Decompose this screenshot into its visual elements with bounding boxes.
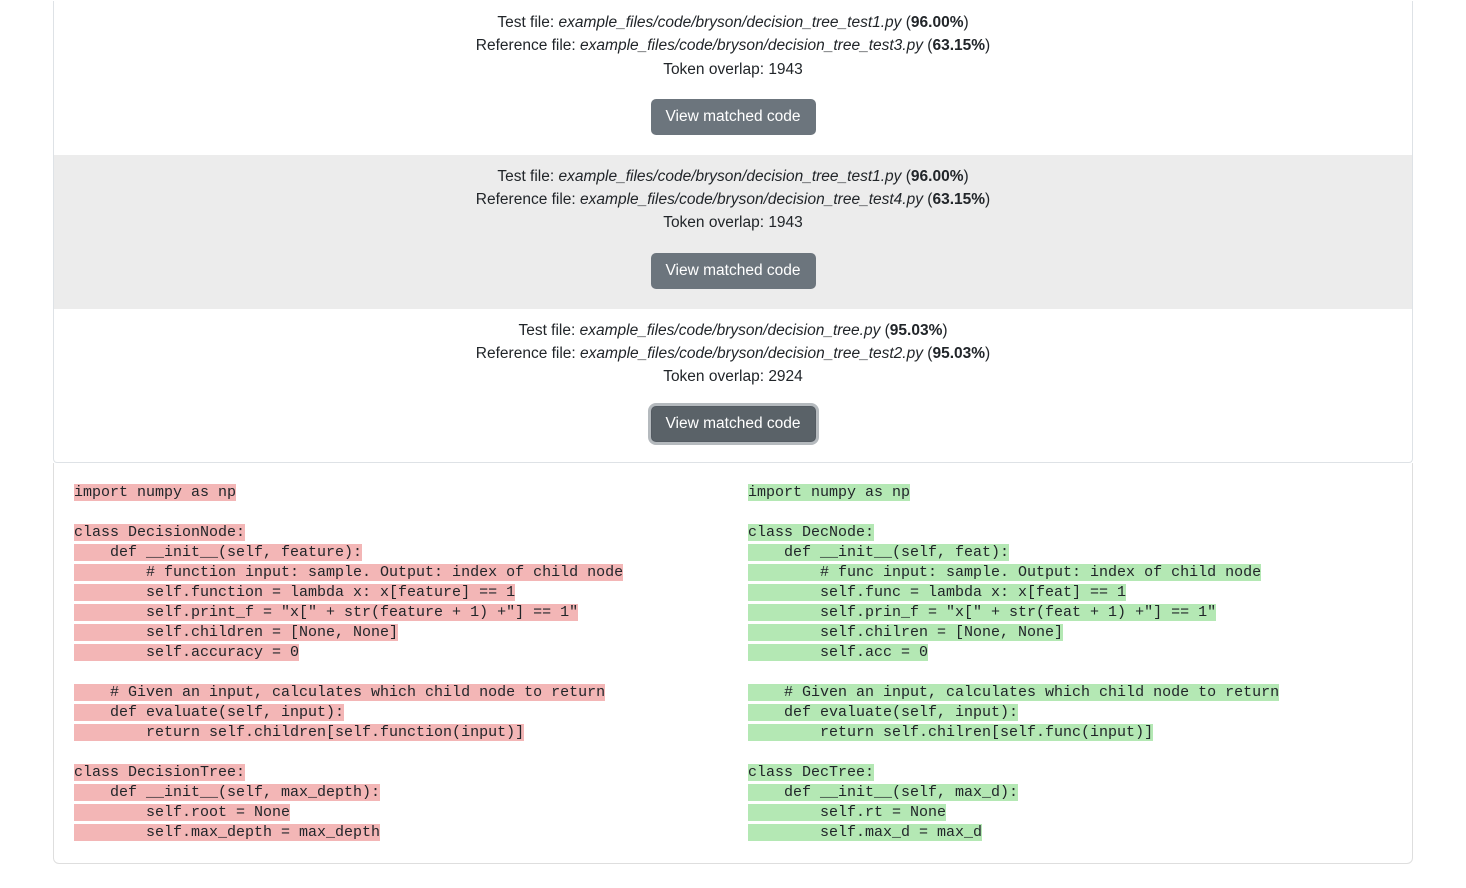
test-file-percent: 95.03% (890, 322, 943, 339)
reference-file-path: example_files/code/bryson/decision_tree_… (580, 345, 923, 362)
reference-file-line: Reference file: example_files/code/bryso… (62, 34, 1404, 57)
test-file-percent: 96.00% (911, 168, 964, 185)
token-overlap-value: 1943 (768, 61, 802, 78)
token-overlap-value: 2924 (768, 368, 802, 385)
code-line: self.function = lambda x: x[feature] == … (74, 584, 515, 601)
matches-panel: Test file: example_files/code/bryson/dec… (53, 1, 1413, 463)
reference-file-percent: 63.15% (932, 191, 985, 208)
token-overlap-line: Token overlap: 1943 (62, 58, 1404, 81)
code-line: class DecisionNode: (74, 524, 245, 541)
code-compare-panel: import numpy as np class DecisionNode: d… (53, 463, 1413, 864)
code-line: def evaluate(self, input): (748, 704, 1018, 721)
test-file-line: Test file: example_files/code/bryson/dec… (62, 165, 1404, 188)
reference-file-percent: 63.15% (932, 37, 985, 54)
reference-file-line: Reference file: example_files/code/bryso… (62, 342, 1404, 365)
view-matched-code-button[interactable]: View matched code (651, 99, 816, 135)
token-overlap-label: Token overlap: (663, 368, 768, 385)
code-line: return self.chilren[self.func(input)] (748, 724, 1153, 741)
code-line: self.rt = None (748, 804, 946, 821)
code-line: # Given an input, calculates which child… (748, 684, 1279, 701)
code-line: def __init__(self, max_depth): (74, 784, 380, 801)
code-line: def __init__(self, feature): (74, 544, 362, 561)
test-file-path: example_files/code/bryson/decision_tree.… (580, 322, 881, 339)
view-matched-code-button[interactable]: View matched code (651, 253, 816, 289)
code-line: self.acc = 0 (748, 644, 928, 661)
code-line: self.children = [None, None] (74, 624, 398, 641)
reference-file-label: Reference file: (476, 37, 580, 54)
code-line: def evaluate(self, input): (74, 704, 344, 721)
results-page: Test file: example_files/code/bryson/dec… (0, 0, 1466, 864)
test-file-line: Test file: example_files/code/bryson/dec… (62, 11, 1404, 34)
test-file-label: Test file: (497, 168, 558, 185)
code-line: def __init__(self, max_d): (748, 784, 1018, 801)
match-row: Test file: example_files/code/bryson/dec… (54, 309, 1412, 463)
code-line: self.max_depth = max_depth (74, 824, 380, 841)
match-row: Test file: example_files/code/bryson/dec… (54, 1, 1412, 155)
token-overlap-line: Token overlap: 1943 (62, 211, 1404, 234)
code-column-reference: import numpy as np class DecNode: def __… (748, 483, 1392, 843)
code-line: self.max_d = max_d (748, 824, 982, 841)
code-line: def __init__(self, feat): (748, 544, 1009, 561)
token-overlap-label: Token overlap: (663, 214, 768, 231)
reference-file-label: Reference file: (476, 345, 580, 362)
code-line: class DecisionTree: (74, 764, 245, 781)
test-file-label: Test file: (518, 322, 579, 339)
code-line: class DecTree: (748, 764, 874, 781)
test-file-path: example_files/code/bryson/decision_tree_… (559, 168, 902, 185)
code-line: self.print_f = "x[" + str(feature + 1) +… (74, 604, 578, 621)
code-line: import numpy as np (748, 484, 910, 501)
code-line: return self.children[self.function(input… (74, 724, 524, 741)
match-row: Test file: example_files/code/bryson/dec… (54, 155, 1412, 309)
code-line: # func input: sample. Output: index of c… (748, 564, 1261, 581)
code-line: # Given an input, calculates which child… (74, 684, 605, 701)
view-matched-code-button[interactable]: View matched code (651, 406, 816, 442)
code-line: import numpy as np (74, 484, 236, 501)
code-line: self.prin_f = "x[" + str(feat + 1) +"] =… (748, 604, 1216, 621)
code-line: # function input: sample. Output: index … (74, 564, 623, 581)
token-overlap-line: Token overlap: 2924 (62, 365, 1404, 388)
token-overlap-value: 1943 (768, 214, 802, 231)
reference-file-path: example_files/code/bryson/decision_tree_… (580, 191, 923, 208)
token-overlap-label: Token overlap: (663, 61, 768, 78)
reference-file-percent: 95.03% (932, 345, 985, 362)
test-file-percent: 96.00% (911, 14, 964, 31)
code-column-test: import numpy as np class DecisionNode: d… (74, 483, 718, 843)
code-line: class DecNode: (748, 524, 874, 541)
reference-file-line: Reference file: example_files/code/bryso… (62, 188, 1404, 211)
test-file-line: Test file: example_files/code/bryson/dec… (62, 319, 1404, 342)
test-file-path: example_files/code/bryson/decision_tree_… (559, 14, 902, 31)
reference-file-path: example_files/code/bryson/decision_tree_… (580, 37, 923, 54)
code-line: self.func = lambda x: x[feat] == 1 (748, 584, 1126, 601)
test-file-label: Test file: (497, 14, 558, 31)
reference-file-label: Reference file: (476, 191, 580, 208)
code-line: self.chilren = [None, None] (748, 624, 1063, 641)
code-line: self.accuracy = 0 (74, 644, 299, 661)
code-line: self.root = None (74, 804, 290, 821)
